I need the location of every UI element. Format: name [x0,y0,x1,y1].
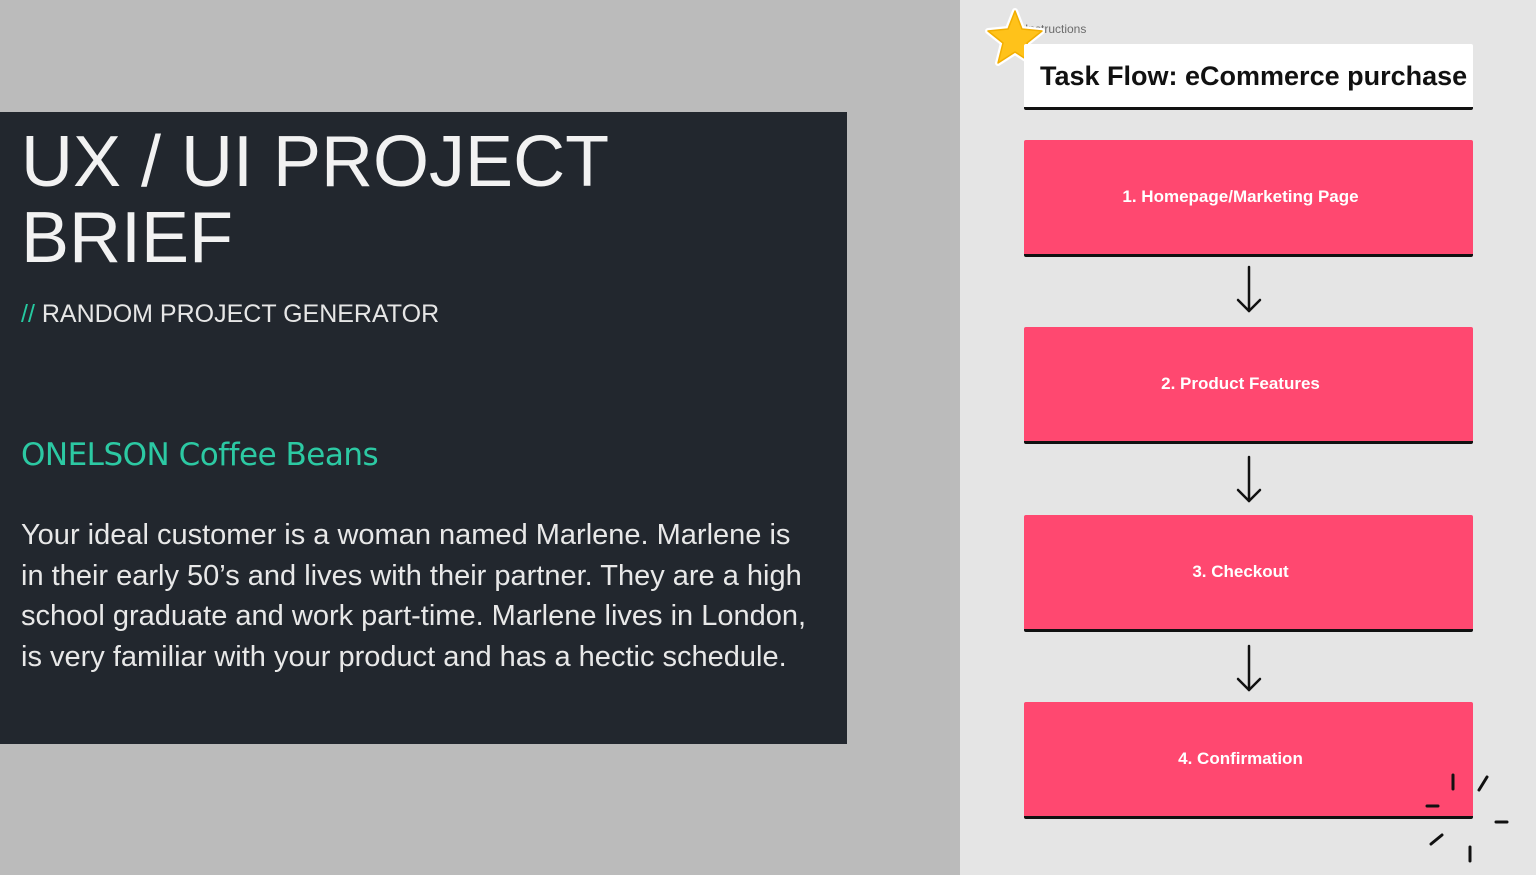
taskflow-title-box[interactable]: Task Flow: eCommerce purchase [1024,44,1473,110]
flow-step-label: 4. Confirmation [1178,749,1303,768]
brief-title: UX / UI PROJECT BRIEF [21,122,608,278]
arrow-down-icon [1236,644,1262,692]
sparkle-doodle-icon[interactable] [1420,768,1516,868]
flow-step-label: 2. Product Features [1161,374,1320,393]
arrow-down-icon [1236,455,1262,503]
flow-step-homepage[interactable]: 1. Homepage/Marketing Page [1024,140,1473,257]
taskflow-title: Task Flow: eCommerce purchase [1040,61,1468,91]
flow-step-confirmation[interactable]: 4. Confirmation [1024,702,1473,819]
brand-name: ONELSON Coffee Beans [21,437,379,473]
flow-step-checkout[interactable]: 3. Checkout [1024,515,1473,632]
brief-description: Your ideal customer is a woman named Mar… [21,519,807,674]
flow-step-product-features[interactable]: 2. Product Features [1024,327,1473,444]
flow-step-label: 1. Homepage/Marketing Page [1122,187,1359,206]
arrow-down-icon [1236,265,1262,313]
subtitle-text: RANDOM PROJECT GENERATOR [41,300,440,328]
brief-subtitle: // RANDOM PROJECT GENERATOR [21,298,439,330]
subtitle-slashes: // [21,300,35,328]
flow-step-label: 3. Checkout [1192,562,1289,581]
